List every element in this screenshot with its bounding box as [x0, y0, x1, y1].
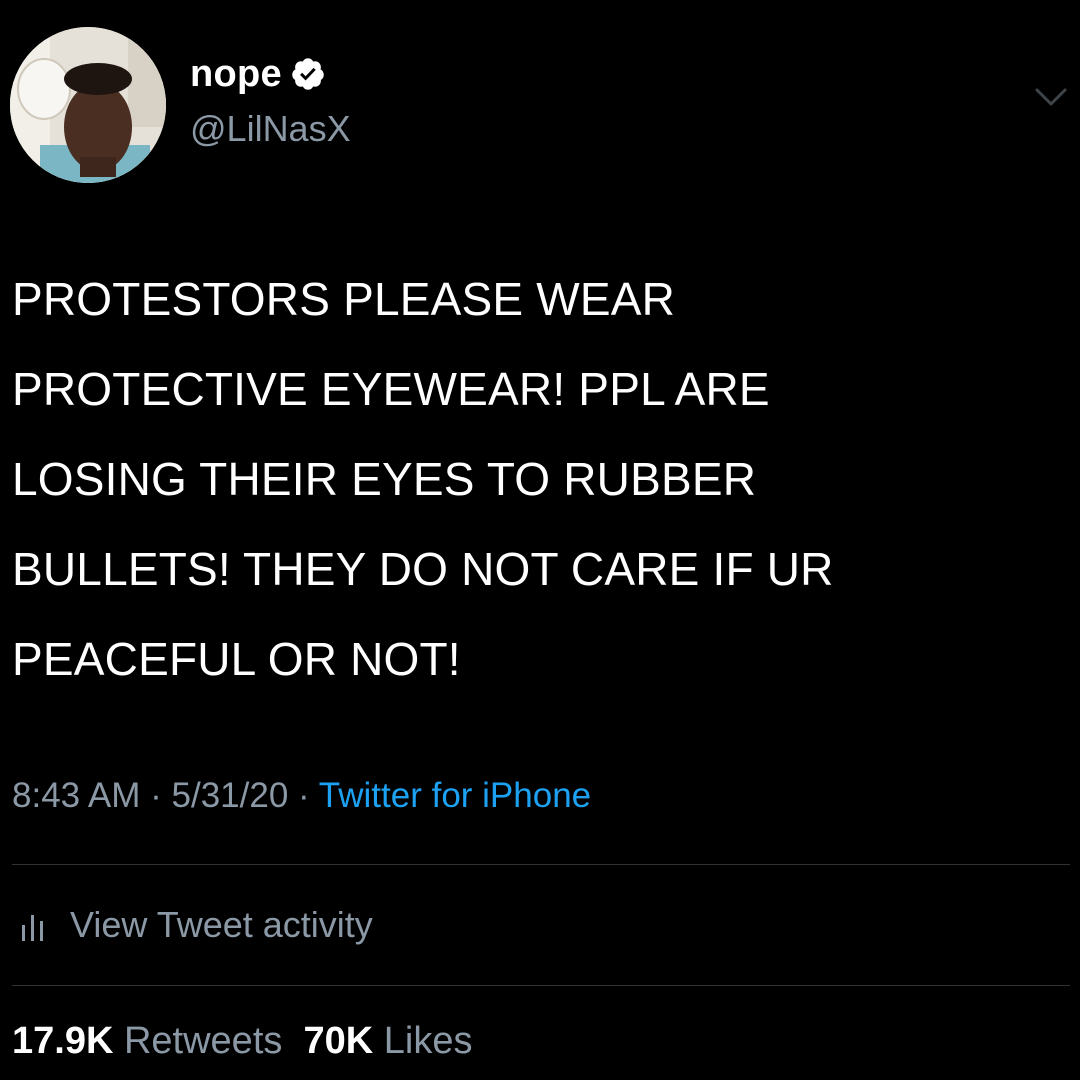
meta-separator: ·: [140, 776, 172, 815]
verified-badge-icon: [290, 56, 326, 92]
divider: [12, 864, 1070, 865]
retweets-count: 17.9K: [12, 1020, 114, 1062]
tweet-date[interactable]: 5/31/20: [172, 776, 289, 815]
chevron-down-icon[interactable]: [1034, 86, 1068, 108]
profile-photo-icon: [10, 27, 166, 183]
likes-stat[interactable]: 70K Likes: [304, 1020, 473, 1062]
avatar[interactable]: [10, 27, 166, 183]
tweet-detail: nope @LilNasX PROTESTORS PLEASE WEAR PRO…: [0, 0, 1080, 1080]
retweets-label: Retweets: [123, 1020, 283, 1062]
author-name-row: nope: [190, 48, 326, 100]
likes-label: Likes: [383, 1020, 473, 1062]
tweet-source-link[interactable]: Twitter for iPhone: [319, 776, 591, 815]
likes-count: 70K: [303, 1020, 374, 1062]
meta-separator: ·: [288, 776, 319, 815]
divider: [12, 985, 1070, 986]
author-handle[interactable]: @LilNasX: [190, 108, 351, 150]
tweet-text: PROTESTORS PLEASE WEAR PROTECTIVE EYEWEA…: [12, 273, 834, 685]
retweets-stat[interactable]: 17.9K Retweets: [12, 1020, 282, 1062]
tweet-time[interactable]: 8:43 AM: [12, 776, 140, 815]
bar-chart-icon: [18, 907, 52, 943]
view-tweet-activity-label: View Tweet activity: [70, 904, 373, 945]
display-name[interactable]: nope: [190, 53, 282, 96]
tweet-stats: 17.9K Retweets 70K Likes: [12, 1020, 473, 1063]
tweet-meta: 8:43 AM · 5/31/20 · Twitter for iPhone: [12, 776, 591, 816]
view-tweet-activity-button[interactable]: View Tweet activity: [18, 900, 373, 950]
